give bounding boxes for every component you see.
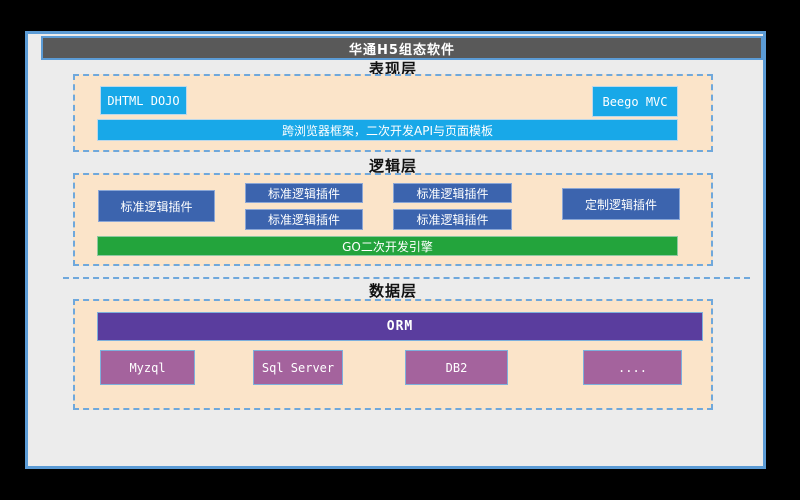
db-box-mysql: Myzql bbox=[100, 350, 195, 385]
db-box-db2: DB2 bbox=[405, 350, 508, 385]
data-layer-container: ORM Myzql Sql Server DB2 .... bbox=[73, 299, 713, 410]
section-divider-line bbox=[63, 277, 750, 279]
standard-logic-plugin-box: 标准逻辑插件 bbox=[245, 183, 363, 203]
db-box-sqlserver: Sql Server bbox=[253, 350, 343, 385]
standard-logic-plugin-box: 标准逻辑插件 bbox=[393, 209, 512, 230]
beego-mvc-box: Beego MVC bbox=[592, 86, 678, 117]
custom-logic-plugin-box: 定制逻辑插件 bbox=[562, 188, 680, 220]
standard-logic-plugin-box: 标准逻辑插件 bbox=[393, 183, 512, 203]
diagram-canvas: 华通H5组态软件 表现层 DHTML DOJO Beego MVC 跨浏览器框架… bbox=[25, 31, 766, 469]
diagram-title-bar: 华通H5组态软件 bbox=[41, 36, 763, 60]
orm-bar: ORM bbox=[97, 312, 703, 341]
logic-layer-container: 标准逻辑插件 标准逻辑插件 标准逻辑插件 标准逻辑插件 标准逻辑插件 定制逻辑插… bbox=[73, 173, 713, 266]
dhtml-dojo-box: DHTML DOJO bbox=[100, 86, 187, 115]
db-box-other: .... bbox=[583, 350, 682, 385]
standard-logic-plugin-box: 标准逻辑插件 bbox=[98, 190, 215, 222]
diagram-page: { "title": "华通H5组态软件", "layers": { "pres… bbox=[0, 0, 800, 500]
presentation-layer-container: DHTML DOJO Beego MVC 跨浏览器框架，二次开发API与页面模板 bbox=[73, 74, 713, 152]
cross-browser-framework-bar: 跨浏览器框架，二次开发API与页面模板 bbox=[97, 119, 678, 141]
go-engine-bar: GO二次开发引擎 bbox=[97, 236, 678, 256]
standard-logic-plugin-box: 标准逻辑插件 bbox=[245, 209, 363, 230]
data-layer-heading: 数据层 bbox=[73, 280, 713, 301]
diagram-title: 华通H5组态软件 bbox=[349, 39, 455, 58]
